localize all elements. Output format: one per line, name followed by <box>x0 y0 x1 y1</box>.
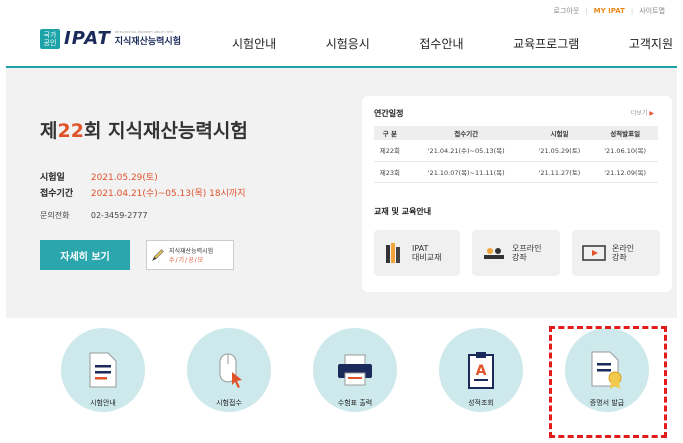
edu-item-textbook[interactable]: IPAT 대비교재 <box>374 230 460 276</box>
main-nav: 시험안내 시험응시 접수안내 교육프로그램 고객지원 <box>232 35 673 52</box>
nav-item-exam-info[interactable]: 시험안내 <box>232 35 276 52</box>
schedule-title: 연간일정 <box>374 109 404 118</box>
quick-item-label: 시험접수 <box>216 399 242 407</box>
logo-brand: IPAT <box>64 28 111 49</box>
annual-schedule-panel: 연간일정 더보기 ▶ 구 분 접수기간 시험일 성적발표일 제22회 '21.0… <box>362 96 672 292</box>
education-title: 교재 및 교육안내 <box>374 207 432 216</box>
quick-item-label: 시험안내 <box>90 399 116 407</box>
exam-date-row: 시험일 2021.05.29(토) <box>40 170 158 183</box>
detail-button[interactable]: 자세히 보기 <box>40 240 130 270</box>
quick-item-label: 성적조회 <box>468 399 494 407</box>
nav-item-education[interactable]: 교육프로그램 <box>513 35 579 52</box>
schedule-table: 구 분 접수기간 시험일 성적발표일 제22회 '21.04.21(수)~05.… <box>374 126 658 183</box>
period-value: 2021.04.21(수)~05.13(목) 18시까지 <box>90 189 246 199</box>
svg-text:A: A <box>476 363 487 379</box>
period-label: 접수기간 <box>40 189 74 199</box>
my-ipat-link[interactable]: MY IPAT <box>594 7 625 15</box>
separator: | <box>630 7 634 15</box>
document-icon <box>89 352 117 388</box>
exam-date-label: 시험일 <box>40 173 65 183</box>
phone-value: 02-3459-2777 <box>90 211 148 220</box>
edu-item-offline[interactable]: 오프라인 강좌 <box>472 230 560 276</box>
site-logo[interactable]: 국가 공인 IPAT INTELLECTUAL PROPERTY ABILITY … <box>40 28 181 49</box>
quick-item-print-ticket[interactable]: 수험표 출력 <box>312 328 398 412</box>
schedule-header: 시험일 <box>526 126 593 140</box>
video-play-icon <box>582 245 606 261</box>
quick-item-label: 수험표 출력 <box>337 399 373 407</box>
nav-item-exam-apply[interactable]: 시험응시 <box>326 35 370 52</box>
schedule-header: 구 분 <box>374 126 406 140</box>
schedule-more-link[interactable]: 더보기 ▶ <box>631 108 654 117</box>
grade-clipboard-icon: A <box>468 352 494 389</box>
national-cert-badge: 국가 공인 <box>40 28 60 49</box>
quick-item-exam-apply[interactable]: 시험접수 <box>186 328 272 412</box>
logout-link[interactable]: 로그아웃 <box>554 6 580 16</box>
classroom-icon <box>484 248 504 259</box>
quick-item-exam-info[interactable]: 시험안내 <box>60 328 146 412</box>
exam-title: 제22회 지식재산능력시험 <box>40 120 248 142</box>
phone-row: 문의전화 02-3459-2777 <box>40 210 148 221</box>
exam-date-value: 2021.05.29(토) <box>90 173 158 183</box>
nav-item-support[interactable]: 고객지원 <box>629 35 673 52</box>
table-row: 제23회 '21.10.07(목)~11.11(목) '21.11.27(토) … <box>374 161 658 183</box>
sitemap-link[interactable]: 사이트맵 <box>639 6 665 16</box>
nav-item-registration[interactable]: 접수안내 <box>419 35 463 52</box>
period-row: 접수기간 2021.04.21(수)~05.13(목) 18시까지 <box>40 186 245 199</box>
books-icon <box>386 243 400 263</box>
pencil-icon <box>151 249 164 262</box>
exam-round-number: 22 <box>57 120 84 142</box>
highlight-dashed-box <box>549 326 667 438</box>
top-links: 로그아웃 | MY IPAT | 사이트맵 <box>554 6 665 16</box>
slogan-contest-banner[interactable]: 지식재산능력시험 수/기/공/모 <box>146 240 234 270</box>
table-row: 제22회 '21.04.21(수)~05.13(목) '21.05.29(토) … <box>374 140 658 162</box>
separator: | <box>585 7 588 15</box>
slogan-line1: 지식재산능력시험 <box>169 248 214 255</box>
printer-icon <box>338 354 372 386</box>
quick-item-grade-check[interactable]: A 성적조회 <box>438 328 524 412</box>
mouse-icon <box>219 353 242 388</box>
edu-item-online[interactable]: 온라인 강좌 <box>572 230 660 276</box>
schedule-header: 성적발표일 <box>592 126 658 140</box>
schedule-header: 접수기간 <box>405 126 527 140</box>
slogan-line2: 수/기/공/모 <box>169 257 205 264</box>
logo-name: 지식재산능력시험 <box>114 37 181 47</box>
phone-label: 문의전화 <box>40 211 70 220</box>
arrow-right-icon: ▶ <box>649 110 654 117</box>
